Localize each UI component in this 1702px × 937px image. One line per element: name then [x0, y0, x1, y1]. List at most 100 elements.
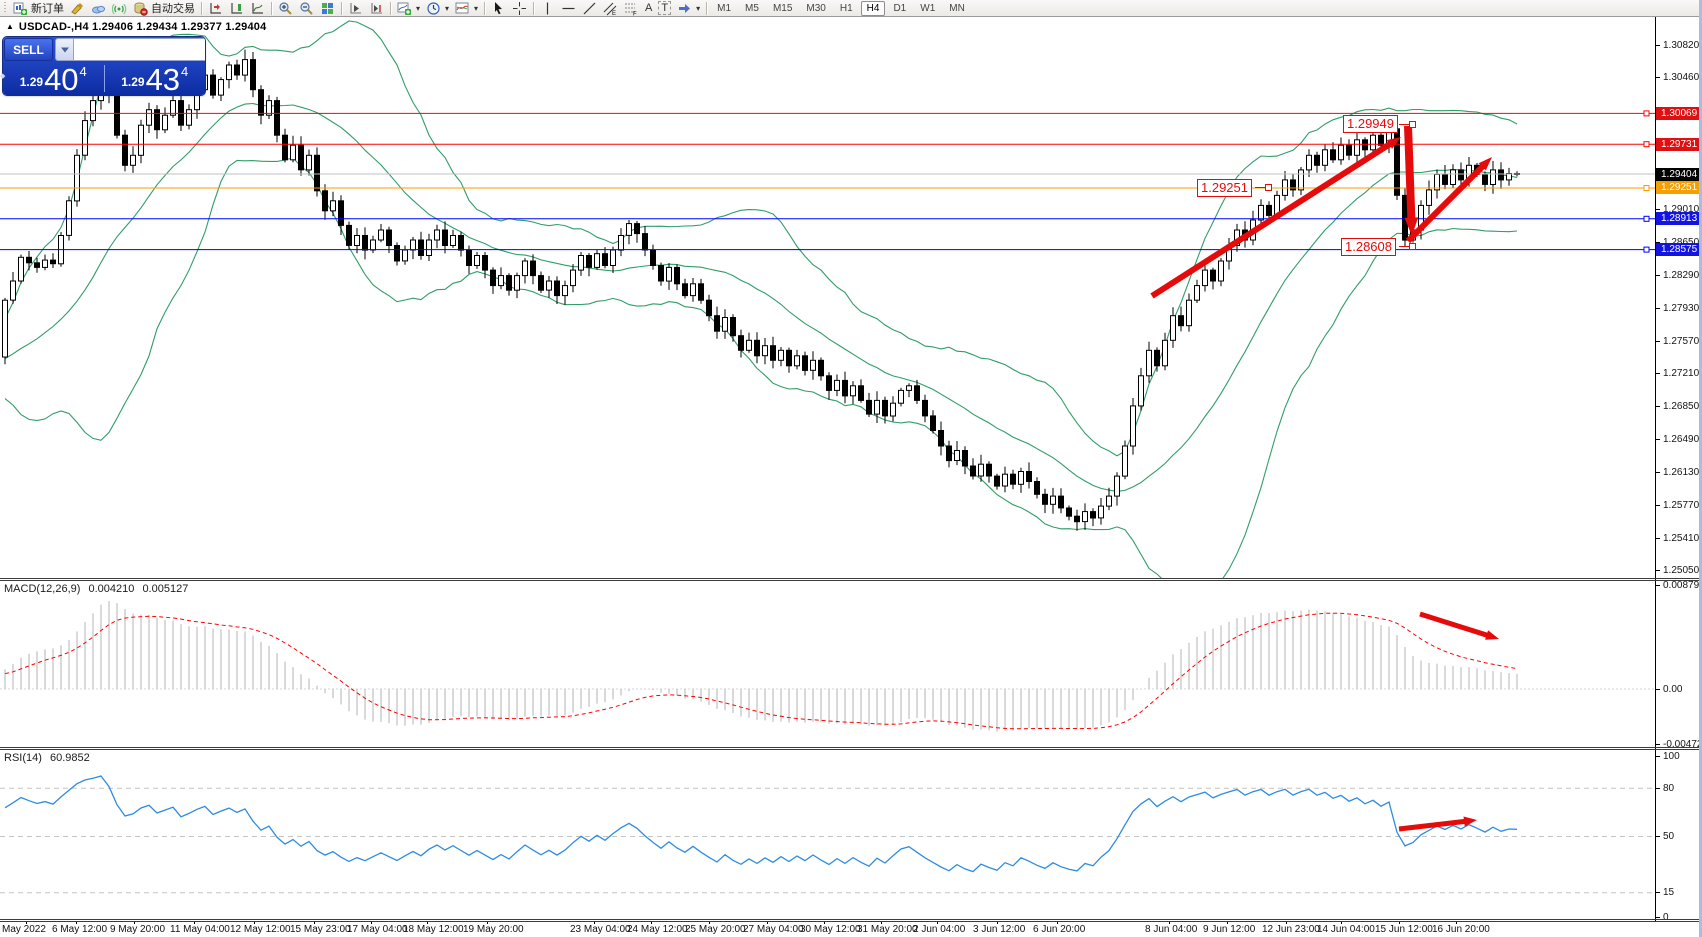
uptrend-arrow[interactable]: [1152, 143, 1391, 296]
scale-fix-button[interactable]: [247, 0, 268, 16]
periods-button[interactable]: ▾: [423, 0, 452, 16]
pane-separator[interactable]: [0, 747, 1702, 748]
price-level-label: 1.28913: [1656, 212, 1702, 225]
new-order-icon: [13, 1, 28, 16]
candle-body: [307, 155, 312, 170]
pane-separator[interactable]: [0, 578, 1702, 579]
trendline-tool-button[interactable]: [579, 0, 600, 16]
hline-tool-button[interactable]: [558, 0, 579, 16]
channel-tool-button[interactable]: E: [600, 0, 621, 16]
candle-body: [1099, 506, 1104, 518]
macd-value-2: 0.005127: [142, 583, 188, 595]
toolbar-grip[interactable]: [3, 2, 8, 14]
candle-body: [451, 236, 456, 246]
chart-shift-button[interactable]: [205, 0, 226, 16]
tab-timeframe-d1[interactable]: D1: [887, 1, 912, 16]
buy-price-prefix: 1.29: [121, 75, 144, 89]
tab-timeframe-m1[interactable]: M1: [711, 1, 737, 16]
drop-arrow[interactable]: [1408, 126, 1411, 220]
callout-anchor-handle[interactable]: [1409, 121, 1416, 128]
candle-body: [379, 230, 384, 240]
tab-timeframe-mn[interactable]: MN: [943, 1, 971, 16]
signal-button[interactable]: [109, 0, 130, 16]
tile-windows-button[interactable]: [317, 0, 338, 16]
candle-body: [1195, 286, 1200, 301]
templates-button[interactable]: ▾: [452, 0, 481, 16]
candle-body: [579, 256, 584, 271]
candle-body: [147, 110, 152, 126]
price-callout-label[interactable]: 1.28608: [1341, 238, 1396, 256]
rsi-axis-tick: 50: [1656, 831, 1674, 842]
tab-timeframe-m30[interactable]: M30: [800, 1, 831, 16]
macd-indicator-pane[interactable]: [0, 581, 1655, 747]
zoom-in-button[interactable]: [275, 0, 296, 16]
candle-body: [1323, 150, 1328, 166]
price-axis-tick: 1.25050: [1656, 565, 1699, 576]
candle-body: [987, 464, 992, 476]
candle-body: [1339, 145, 1344, 160]
candle-body: [531, 261, 536, 276]
step-forward-bar-button[interactable]: [366, 0, 387, 16]
candle-body: [891, 403, 896, 416]
price-axis-tick: 1.27210: [1656, 368, 1699, 379]
tab-timeframe-w1[interactable]: W1: [914, 1, 941, 16]
styler-button[interactable]: [67, 0, 88, 16]
candle-body: [635, 224, 640, 234]
main-price-chart[interactable]: [0, 17, 1655, 578]
toolbar-separator: [271, 2, 272, 15]
label-tool-button[interactable]: T: [655, 0, 674, 16]
callout-anchor-handle[interactable]: [1265, 184, 1272, 191]
buy-price-big: 43: [146, 66, 180, 93]
triangle-down-icon: [61, 47, 69, 52]
zoom-out-button[interactable]: [296, 0, 317, 16]
candle-body: [123, 135, 128, 165]
tab-timeframe-h4[interactable]: H4: [861, 1, 886, 16]
candle-body: [763, 346, 768, 356]
buy-price-display[interactable]: 1.29 43 4: [105, 62, 206, 95]
crosshair-tool-button[interactable]: [509, 0, 530, 16]
candle-body: [1331, 150, 1336, 160]
volume-input[interactable]: [74, 38, 205, 61]
volume-decrease-button[interactable]: [55, 38, 74, 61]
step-forward-icon: [348, 1, 363, 16]
sell-button[interactable]: SELL: [4, 38, 53, 61]
candle-body: [1347, 145, 1352, 155]
macd-forecast-arrow[interactable]: [1420, 614, 1489, 636]
autotrade-button[interactable]: 自动交易: [130, 0, 198, 16]
new-order-button[interactable]: 新订单: [10, 0, 67, 16]
market-watch-button[interactable]: [88, 0, 109, 16]
shapes-tool-button[interactable]: ▾: [674, 0, 703, 16]
panel-anchor-icon[interactable]: ◆: [0, 72, 5, 80]
horizontal-line-icon: [561, 1, 576, 16]
pane-separator[interactable]: [0, 749, 1702, 750]
price-callout-label[interactable]: 1.29251: [1197, 179, 1252, 197]
collapse-panel-icon[interactable]: ▲: [6, 23, 14, 31]
candle-body: [675, 267, 680, 283]
cursor-tool-button[interactable]: [488, 0, 509, 16]
time-axis-label: 9 Jun 12:00: [1203, 924, 1255, 935]
candle-body: [843, 380, 848, 396]
candle-body: [83, 121, 88, 156]
auto-scroll-button[interactable]: [226, 0, 247, 16]
candle-body: [827, 376, 832, 391]
text-tool-button[interactable]: A: [642, 0, 655, 16]
fibonacci-tool-button[interactable]: F: [621, 0, 642, 16]
tab-timeframe-m15[interactable]: M15: [767, 1, 798, 16]
line-handle: [1644, 216, 1649, 221]
candle-body: [1163, 340, 1168, 366]
candle-body: [659, 266, 664, 282]
candle-body: [1459, 170, 1464, 180]
pane-separator[interactable]: [0, 580, 1702, 581]
callout-anchor-handle[interactable]: [1409, 243, 1416, 250]
vline-tool-button[interactable]: [537, 0, 558, 16]
candle-body: [1299, 170, 1304, 190]
tab-timeframe-m5[interactable]: M5: [739, 1, 765, 16]
rsi-indicator-pane[interactable]: [0, 750, 1655, 919]
chart-shift-icon: [208, 1, 223, 16]
sell-price-display[interactable]: 1.29 40 4: [3, 62, 104, 95]
candle-body: [1123, 446, 1128, 476]
add-indicator-button[interactable]: ▾: [394, 0, 423, 16]
price-callout-label[interactable]: 1.29949: [1343, 115, 1398, 133]
tab-timeframe-h1[interactable]: H1: [834, 1, 859, 16]
step-forward-button[interactable]: [345, 0, 366, 16]
